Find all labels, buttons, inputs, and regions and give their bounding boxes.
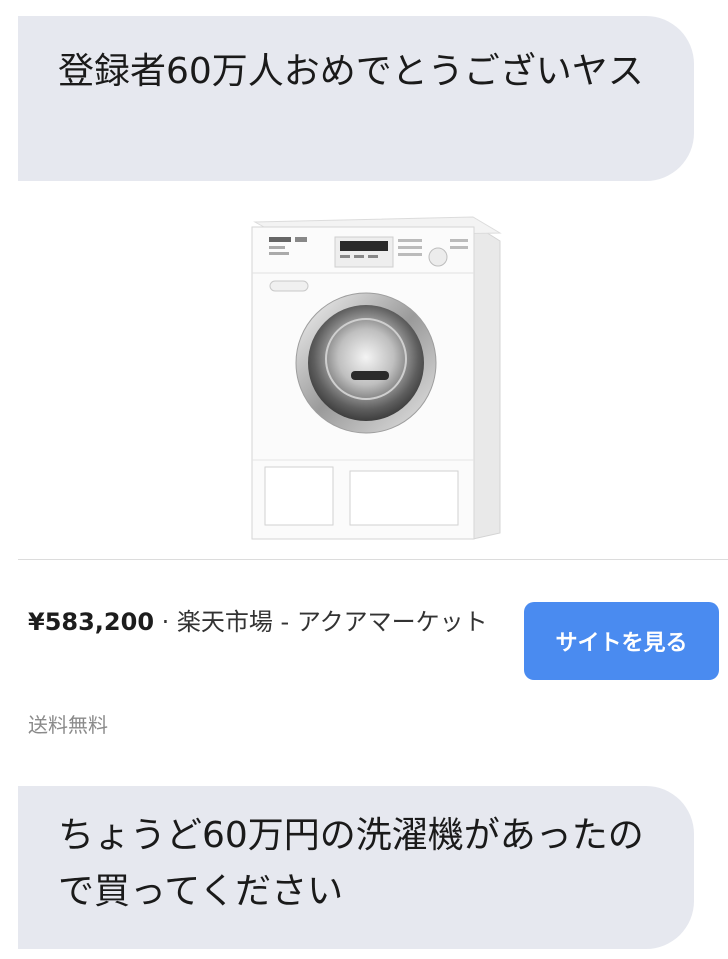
- shopping-result-card[interactable]: ¥583,200 · 楽天市場 - アクアマーケット 送料無料 サイトを見る: [18, 181, 728, 781]
- price-seller-line[interactable]: ¥583,200 · 楽天市場 - アクアマーケット: [28, 605, 518, 639]
- product-price: ¥583,200: [28, 608, 155, 636]
- message-text: 登録者60万人おめでとうございヤス: [58, 51, 644, 92]
- message-bubble-bottom: ちょうど60万円の洗濯機があったので買ってください: [18, 786, 694, 949]
- washing-machine-icon: [251, 216, 502, 540]
- shipping-info: 送料無料: [28, 713, 108, 737]
- product-image[interactable]: [18, 181, 728, 559]
- message-bubble-top: 登録者60万人おめでとうございヤス: [18, 16, 694, 181]
- divider: [18, 559, 728, 560]
- message-text: ちょうど60万円の洗濯機があったので買ってください: [58, 815, 644, 912]
- seller-name: 楽天市場 - アクアマーケット: [176, 608, 488, 636]
- view-site-button[interactable]: サイトを見る: [524, 602, 719, 680]
- separator: ·: [154, 608, 177, 636]
